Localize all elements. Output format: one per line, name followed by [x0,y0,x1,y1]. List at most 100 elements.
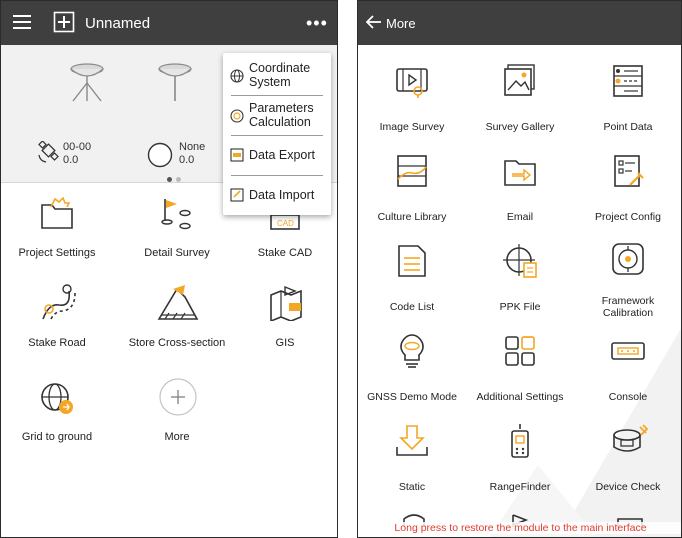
grid-label: Grid to ground [21,431,93,443]
cross-section-icon [155,283,199,321]
svg-text:CAD: CAD [277,219,294,228]
project-settings-button[interactable]: Project Settings [5,191,109,267]
grid-label: Store Cross-section [128,337,226,349]
project-title: Unnamed [85,15,151,32]
grid-label: PPK File [499,301,541,313]
rover-antenna-icon [153,59,197,108]
grid-label: Detail Survey [144,247,210,259]
grid-label: Static [398,481,426,493]
additional-settings-button[interactable]: Additional Settings [466,329,574,409]
code-list-button[interactable]: Code List [358,239,466,319]
flag-survey-icon [159,195,195,231]
menu-item-label: Parameters Calculation [249,101,314,129]
code-list-icon [394,243,430,279]
static-button[interactable]: Static [358,419,466,499]
long-press-hint: Long press to restore the module to the … [358,522,681,534]
console-icon [610,333,646,369]
menu-item-label: Data Import [249,188,315,202]
new-project-icon[interactable] [53,11,75,33]
menu-item-label: Coordinate System [249,61,311,89]
project-config-icon [610,153,646,189]
grid-label-line1: Framework Calibration [601,295,655,319]
rangefinder-button[interactable]: RangeFinder [466,419,574,499]
email-button[interactable]: Email [466,149,574,229]
import-icon [230,188,244,202]
menu-divider [231,135,323,136]
grid-label: Code List [389,301,435,313]
top-app-bar: Unnamed ••• [1,1,337,45]
road-icon [39,283,77,321]
more-button[interactable]: More [125,375,229,451]
grid-label: RangeFinder [489,481,551,493]
menu-item-parameters-calculation[interactable]: Parameters Calculation [223,99,331,133]
more-options-icon[interactable]: ••• [306,13,328,34]
globe-icon [230,69,244,83]
point-data-button[interactable]: Point Data [574,59,681,139]
grid-label: Device Check [595,481,661,493]
more-screen: More Image Survey Survey Gallery Point D… [357,0,682,538]
menu-icon[interactable] [13,14,31,30]
menu-item-coordinate-system[interactable]: Coordinate System [223,59,331,93]
culture-library-icon [394,153,430,189]
satellite-icon [37,140,61,168]
gis-button[interactable]: GIS [233,281,337,357]
menu-divider [231,95,323,96]
gis-icon [267,283,305,321]
top-app-bar: More [358,1,681,45]
grid-label: Image Survey [379,121,445,133]
framework-calibration-button[interactable]: Framework Calibration [574,239,681,319]
satellite-count: 00-00 [63,141,92,153]
gnss-demo-mode-button[interactable]: GNSS Demo Mode [358,329,466,409]
back-arrow-icon[interactable] [366,15,382,29]
folder-gear-icon [39,195,75,231]
menu-item-data-export[interactable]: Data Export [223,145,331,167]
device-check-icon [610,423,648,459]
email-icon [502,153,538,189]
solution-status: None [179,141,206,153]
apps-icon [502,333,538,369]
screen-title: More [386,16,416,31]
page-dot-active [167,177,172,182]
static-download-icon [394,423,430,459]
grid-label: Stake Road [28,337,86,349]
framework-calibration-icon [610,241,646,277]
export-icon [230,148,244,162]
menu-divider [231,175,323,176]
grid-to-ground-button[interactable]: Grid to ground [5,375,109,451]
grid-label: Additional Settings [476,391,564,403]
culture-library-button[interactable]: Culture Library [358,149,466,229]
store-cross-section-button[interactable]: Store Cross-section [125,281,229,357]
page-indicator [167,169,185,187]
grid-label: Culture Library [377,211,447,223]
options-dropdown-menu: Coordinate System Parameters Calculation… [223,53,331,215]
menu-item-label: Data Export [249,148,316,162]
detail-survey-button[interactable]: Detail Survey [125,191,229,267]
grid-label: Project Config [595,211,661,223]
console-button[interactable]: Console [574,329,681,409]
device-check-button[interactable]: Device Check [574,419,681,499]
survey-gallery-button[interactable]: Survey Gallery [466,59,574,139]
base-antenna-icon [65,59,109,108]
calc-globe-icon [230,109,244,123]
image-survey-icon [394,63,430,99]
grid-label: Console [608,391,648,403]
grid-label: More [164,431,190,443]
grid-globe-icon [39,381,75,417]
grid-label: Project Settings [18,247,96,259]
page-dot [176,177,181,182]
image-survey-button[interactable]: Image Survey [358,59,466,139]
rangefinder-icon [502,423,538,459]
ppk-file-icon [502,243,540,281]
menu-item-data-import[interactable]: Data Import [223,185,331,207]
grid-label: GNSS Demo Mode [367,391,457,403]
solution-value: 0.0 [179,154,195,166]
grid-label: GIS [275,337,295,349]
ppk-file-button[interactable]: PPK File [466,239,574,319]
grid-label: Point Data [603,121,653,133]
project-config-button[interactable]: Project Config [574,149,681,229]
stake-road-button[interactable]: Stake Road [5,281,109,357]
bulb-icon [394,333,430,369]
plus-icon [158,377,198,417]
main-screen: Unnamed ••• 00-00 0.0 None 0.0 Project S… [0,0,338,538]
satellite-value: 0.0 [63,154,79,166]
